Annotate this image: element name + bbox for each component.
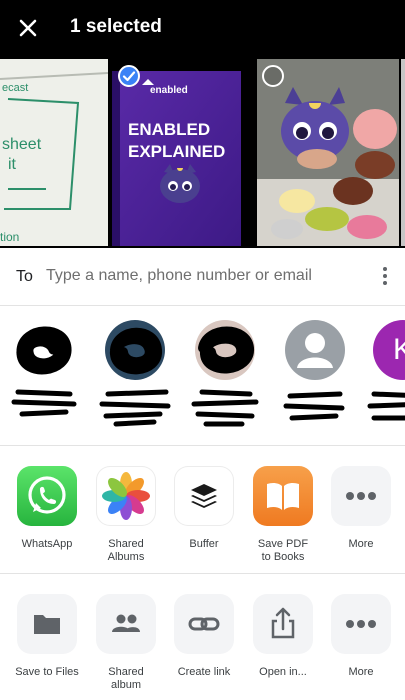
contacts-row: K [0, 306, 405, 446]
unselected-circle-icon[interactable] [262, 65, 284, 87]
avatar [195, 320, 255, 380]
contact-2[interactable] [96, 320, 174, 440]
more-actions-button[interactable]: More [322, 594, 400, 679]
contact-3[interactable] [186, 320, 264, 440]
app-label: Shared Albums [107, 538, 145, 563]
app-label: More [348, 538, 374, 550]
link-icon [174, 594, 234, 654]
photo-strip[interactable]: ecast sheet it tion enabled ENABLED EXPL… [0, 57, 405, 248]
share-icon [253, 594, 313, 654]
folder-icon [17, 594, 77, 654]
app-label: More [348, 666, 374, 678]
to-label: To [16, 268, 33, 285]
share-apps-row: WhatsApp Shared Albums Buffer Save PDF t… [0, 446, 405, 574]
redacted-name [283, 391, 345, 421]
redacted-name [99, 389, 171, 427]
more-icon [331, 594, 391, 654]
selection-title: 1 selected [70, 16, 162, 37]
avatar [13, 320, 73, 380]
save-to-files-button[interactable]: Save to Files [8, 594, 86, 679]
svg-text:tion: tion [0, 230, 19, 244]
top-bar: 1 selected [0, 0, 405, 57]
app-label: Save to Files [15, 666, 79, 678]
redacted-name [367, 391, 405, 421]
partial-photo[interactable] [401, 59, 405, 246]
contact-4[interactable] [276, 320, 354, 440]
books-icon [253, 466, 313, 526]
headline-line-2: EXPLAINED [128, 142, 225, 161]
open-in-button[interactable]: Open in... [244, 594, 322, 679]
whatsapp-icon [17, 466, 77, 526]
svg-text:it: it [8, 156, 17, 173]
more-icon [331, 466, 391, 526]
actions-row: Save to Files Shared album Create link O… [0, 574, 405, 700]
app-label: Buffer [189, 538, 219, 550]
svg-text:sheet: sheet [2, 136, 42, 153]
contact-5[interactable]: K [364, 320, 405, 440]
contact-1[interactable] [4, 320, 82, 440]
create-link-button[interactable]: Create link [165, 594, 243, 679]
people-icon [96, 594, 156, 654]
redacted-name [191, 389, 259, 427]
buffer-icon [174, 466, 234, 526]
app-label: Create link [177, 666, 231, 678]
person-icon [285, 320, 345, 380]
squishy-cat-photo[interactable] [257, 59, 399, 246]
photos-icon [96, 466, 156, 526]
more-apps-button[interactable]: More [322, 466, 400, 551]
shared-album-button[interactable]: Shared album [87, 594, 165, 692]
app-label: Save PDF to Books [257, 538, 309, 563]
selected-check-icon[interactable] [118, 65, 140, 87]
recipient-row: To [0, 248, 405, 306]
app-label: Shared album [108, 666, 144, 691]
recipient-input[interactable] [46, 262, 366, 290]
whatsapp-button[interactable]: WhatsApp [8, 466, 86, 551]
whiteboard-photo[interactable]: ecast sheet it tion [0, 59, 108, 246]
avatar [105, 320, 165, 380]
brand-text: enabled [150, 85, 188, 96]
headline-line-1: ENABLED [128, 120, 210, 139]
more-options-icon[interactable] [376, 264, 394, 288]
buffer-button[interactable]: Buffer [165, 466, 243, 551]
svg-text:ecast: ecast [2, 82, 28, 94]
avatar: K [373, 320, 405, 380]
save-pdf-to-books-button[interactable]: Save PDF to Books [244, 466, 322, 564]
shared-albums-button[interactable]: Shared Albums [87, 466, 165, 564]
close-icon[interactable] [14, 14, 42, 42]
app-label: WhatsApp [21, 538, 73, 550]
app-label: Open in... [259, 666, 307, 678]
redacted-name [11, 389, 77, 417]
